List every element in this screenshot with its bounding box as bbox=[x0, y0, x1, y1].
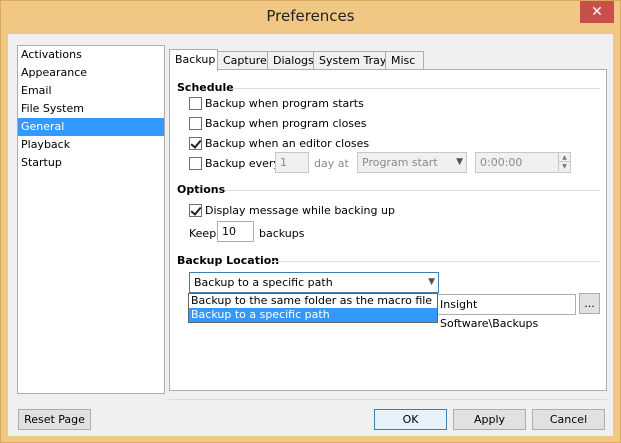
category-item-email[interactable]: Email bbox=[18, 82, 164, 100]
backup-on-start-row[interactable]: Backup when program starts bbox=[189, 97, 364, 110]
button-separator bbox=[169, 399, 607, 400]
backup-every-row[interactable]: Backup every bbox=[189, 157, 280, 170]
schedule-divider bbox=[232, 88, 600, 89]
backup-location-dropdown[interactable]: Backup to the same folder as the macro f… bbox=[188, 293, 438, 323]
preferences-window: Preferences ✕ Activations Appearance Ema… bbox=[0, 0, 621, 443]
backup-location-select[interactable]: Backup to a specific path ▼ bbox=[189, 272, 439, 293]
display-message-checkbox[interactable] bbox=[189, 204, 202, 217]
backup-on-close-row[interactable]: Backup when program closes bbox=[189, 117, 367, 130]
browse-button[interactable]: ... bbox=[579, 293, 600, 314]
category-item-activations[interactable]: Activations bbox=[18, 46, 164, 64]
backup-on-close-label: Backup when program closes bbox=[205, 117, 367, 130]
backup-location-divider bbox=[272, 261, 600, 262]
cancel-button[interactable]: Cancel bbox=[532, 409, 605, 430]
window-title: Preferences bbox=[266, 7, 355, 25]
backup-every-checkbox[interactable] bbox=[189, 157, 202, 170]
tab-system-tray[interactable]: System Tray bbox=[313, 51, 386, 70]
backup-time-mode-select[interactable]: Program start ▼ bbox=[357, 152, 467, 173]
dropdown-option-same-folder[interactable]: Backup to the same folder as the macro f… bbox=[189, 294, 437, 308]
backup-on-editor-close-row[interactable]: Backup when an editor closes bbox=[189, 137, 369, 150]
backup-time-mode-value: Program start bbox=[362, 156, 438, 169]
keep-count-input[interactable]: 10 bbox=[217, 221, 254, 242]
spin-up-icon[interactable]: ▲ bbox=[558, 153, 570, 162]
display-message-row[interactable]: Display message while backing up bbox=[189, 204, 395, 217]
chevron-down-icon: ▼ bbox=[456, 157, 463, 167]
close-icon: ✕ bbox=[591, 4, 603, 20]
chevron-down-icon: ▼ bbox=[428, 277, 435, 287]
options-section-title: Options bbox=[177, 183, 226, 196]
keep-backups-label: backups bbox=[259, 227, 305, 240]
schedule-section-title: Schedule bbox=[177, 81, 234, 94]
backup-on-start-label: Backup when program starts bbox=[205, 97, 364, 110]
backup-on-close-checkbox[interactable] bbox=[189, 117, 202, 130]
backup-path-input[interactable]: Insight Software\Backups bbox=[435, 294, 576, 330]
ok-button[interactable]: OK bbox=[374, 409, 447, 430]
backup-on-editor-close-label: Backup when an editor closes bbox=[205, 137, 370, 150]
tab-misc[interactable]: Misc bbox=[385, 51, 424, 70]
backup-location-section-title: Backup Location bbox=[177, 254, 280, 267]
category-item-general[interactable]: General bbox=[18, 118, 164, 136]
category-item-appearance[interactable]: Appearance bbox=[18, 64, 164, 82]
tab-backup[interactable]: Backup bbox=[169, 49, 218, 71]
close-button[interactable]: ✕ bbox=[580, 1, 614, 23]
tab-dialogs[interactable]: Dialogs bbox=[267, 51, 314, 70]
tab-capture[interactable]: Capture bbox=[217, 51, 268, 70]
apply-button[interactable]: Apply bbox=[453, 409, 526, 430]
backup-location-value: Backup to a specific path bbox=[194, 276, 333, 289]
category-item-startup[interactable]: Startup bbox=[18, 154, 164, 172]
backup-on-start-checkbox[interactable] bbox=[189, 97, 202, 110]
backup-time-value: 0:00:00 bbox=[480, 156, 523, 169]
display-message-label: Display message while backing up bbox=[205, 204, 395, 217]
category-list[interactable]: Activations Appearance Email File System… bbox=[17, 45, 165, 394]
backup-every-label: Backup every bbox=[205, 157, 280, 170]
title-bar[interactable]: Preferences ✕ bbox=[1, 1, 620, 34]
dropdown-option-specific-path[interactable]: Backup to a specific path bbox=[189, 308, 437, 322]
reset-page-button[interactable]: Reset Page bbox=[18, 409, 91, 430]
backup-tab-panel: Schedule Backup when program starts Back… bbox=[169, 69, 607, 391]
day-at-label: day at bbox=[314, 157, 349, 170]
backup-path-value: Insight Software\Backups bbox=[440, 298, 539, 330]
category-item-file-system[interactable]: File System bbox=[18, 100, 164, 118]
backup-on-editor-close-checkbox[interactable] bbox=[189, 137, 202, 150]
spin-down-icon[interactable]: ▼ bbox=[558, 162, 570, 171]
backup-interval-input[interactable]: 1 bbox=[275, 152, 309, 173]
backup-time-input[interactable]: 0:00:00 ▲ ▼ bbox=[475, 152, 571, 173]
dialog-client-area: Activations Appearance Email File System… bbox=[8, 34, 613, 436]
keep-label: Keep bbox=[189, 227, 217, 240]
options-divider bbox=[225, 190, 600, 191]
category-item-playback[interactable]: Playback bbox=[18, 136, 164, 154]
